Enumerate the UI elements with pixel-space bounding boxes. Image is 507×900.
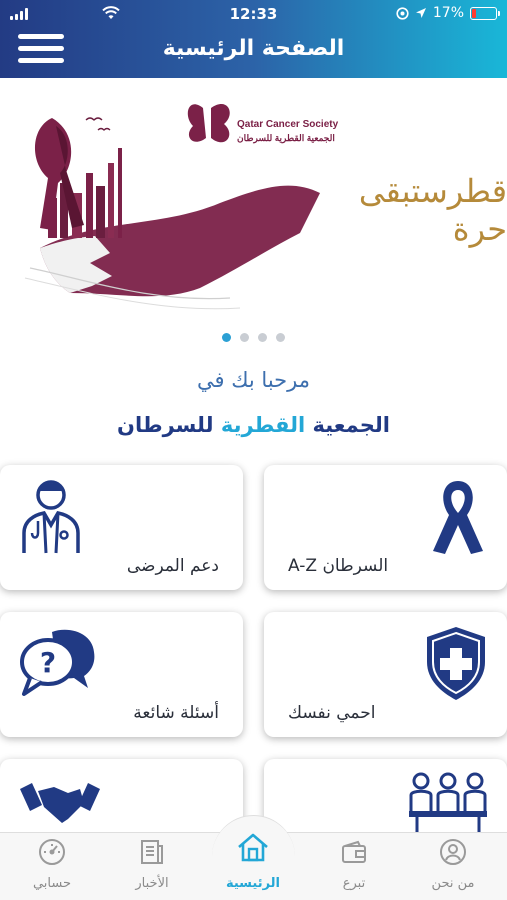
society-name-part2: القطرية [220,413,306,437]
patient-support-card[interactable]: دعم المرضى [0,465,243,590]
tab-news-label: الأخبار [135,876,169,891]
carousel-dot[interactable] [276,333,285,342]
carousel-dots [0,333,507,342]
battery-percent: 17% [432,5,464,21]
meeting-icon [409,772,487,839]
about-icon [440,839,466,865]
status-right: 17% [396,5,500,21]
faq-card[interactable]: ? أسئلة شائعة [0,612,243,737]
tab-home-label: الرئيسية [225,876,281,891]
battery-icon [470,6,500,20]
ribbon-icon [433,481,483,554]
carousel-dot[interactable] [240,333,249,342]
gauge-icon [39,839,65,865]
banner-slogan: قطرستبقى حرة [358,172,507,248]
home-icon [238,833,268,862]
welcome-text: مرحبا بك في [197,368,310,392]
page-title: الصفحة الرئيسية [162,36,345,61]
svg-text:?: ? [40,646,56,679]
location-icon [415,8,426,18]
society-name-part3: للسرطان [117,413,214,437]
tab-donate[interactable]: تبرع [304,832,404,900]
header-bar: 12:33 17% الصفحة الرئيسية [0,0,507,78]
carousel-dot[interactable] [222,333,231,342]
screen-lock-icon [396,6,409,20]
cancer-az-card[interactable]: السرطان A-Z [264,465,507,590]
cancer-az-label: السرطان A-Z [288,556,389,576]
faq-label: أسئلة شائعة [133,703,219,723]
handshake-icon [20,783,100,823]
tab-account[interactable]: حسابي [2,832,102,900]
protect-yourself-label: احمي نفسك [288,703,376,723]
tab-donate-label: تبرع [342,876,366,891]
tab-about-label: من نحن [431,876,475,891]
tab-home[interactable]: الرئيسية [203,832,303,900]
question-chat-icon: ? [20,629,95,696]
tab-account-label: حسابي [32,876,72,891]
doctor-icon [22,480,80,554]
status-bar: 12:33 17% [0,0,507,28]
org-name-ar: الجمعية القطرية للسرطان [237,133,335,143]
carousel-dot[interactable] [258,333,267,342]
tab-about[interactable]: من نحن [403,832,503,900]
patient-support-label: دعم المرضى [126,556,219,576]
protect-yourself-card[interactable]: احمي نفسك [264,612,507,737]
org-name-en: Qatar Cancer Society [237,119,339,130]
tab-news[interactable]: الأخبار [102,832,202,900]
shield-icon [427,627,485,700]
banner-carousel[interactable]: Qatar Cancer Society الجمعية القطرية للس… [0,78,507,328]
wallet-icon [342,840,366,863]
society-name: الجمعية القطرية للسرطان [0,413,507,437]
society-name-part1: الجمعية [312,413,390,437]
news-icon [141,840,163,864]
